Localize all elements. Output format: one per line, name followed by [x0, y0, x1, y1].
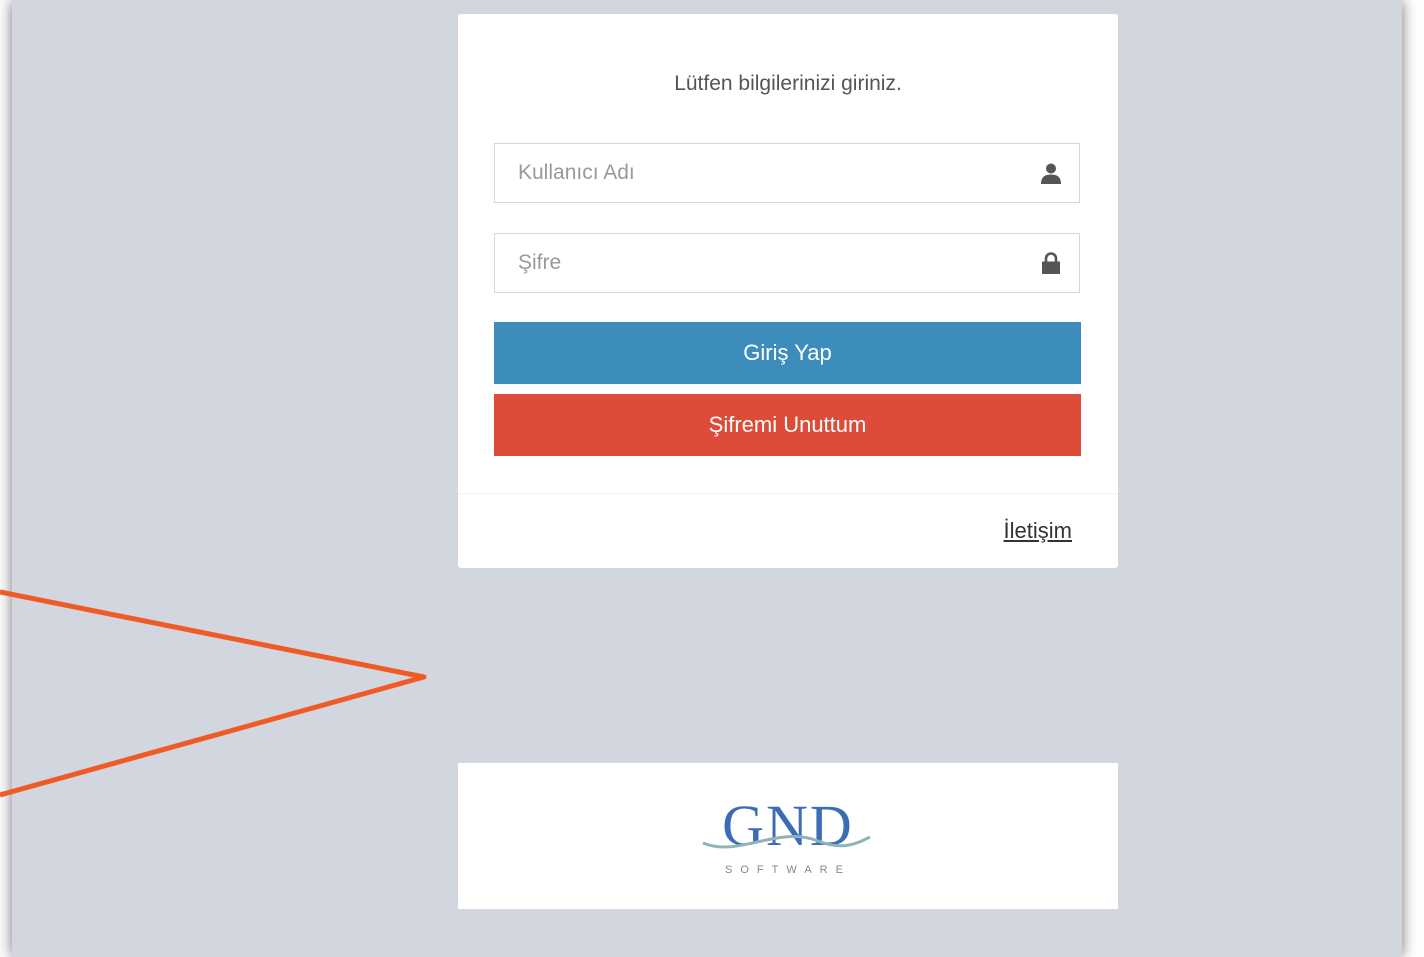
username-input[interactable]	[495, 144, 998, 202]
forgot-password-button[interactable]: Şifremi Unuttum	[494, 394, 1081, 456]
gnd-software-logo: GND SOFTWARE	[702, 793, 871, 876]
contact-link[interactable]: İletişim	[1004, 518, 1072, 544]
login-button[interactable]: Giriş Yap	[494, 322, 1081, 384]
login-box: Lütfen bilgilerinizi giriniz. Giriş Yap …	[458, 14, 1118, 568]
password-field[interactable]	[494, 233, 1080, 293]
footer-divider	[458, 493, 1118, 494]
lock-icon	[1042, 252, 1060, 274]
company-logo-box: GND SOFTWARE	[458, 763, 1118, 909]
login-page-background: Lütfen bilgilerinizi giriniz. Giriş Yap …	[12, 0, 1402, 957]
logo-subtitle: SOFTWARE	[725, 864, 851, 876]
user-icon	[1041, 163, 1061, 184]
username-field[interactable]	[494, 143, 1080, 203]
login-message: Lütfen bilgilerinizi giriniz.	[674, 72, 902, 95]
logo-name: GND	[722, 793, 854, 858]
password-input[interactable]	[495, 234, 998, 292]
